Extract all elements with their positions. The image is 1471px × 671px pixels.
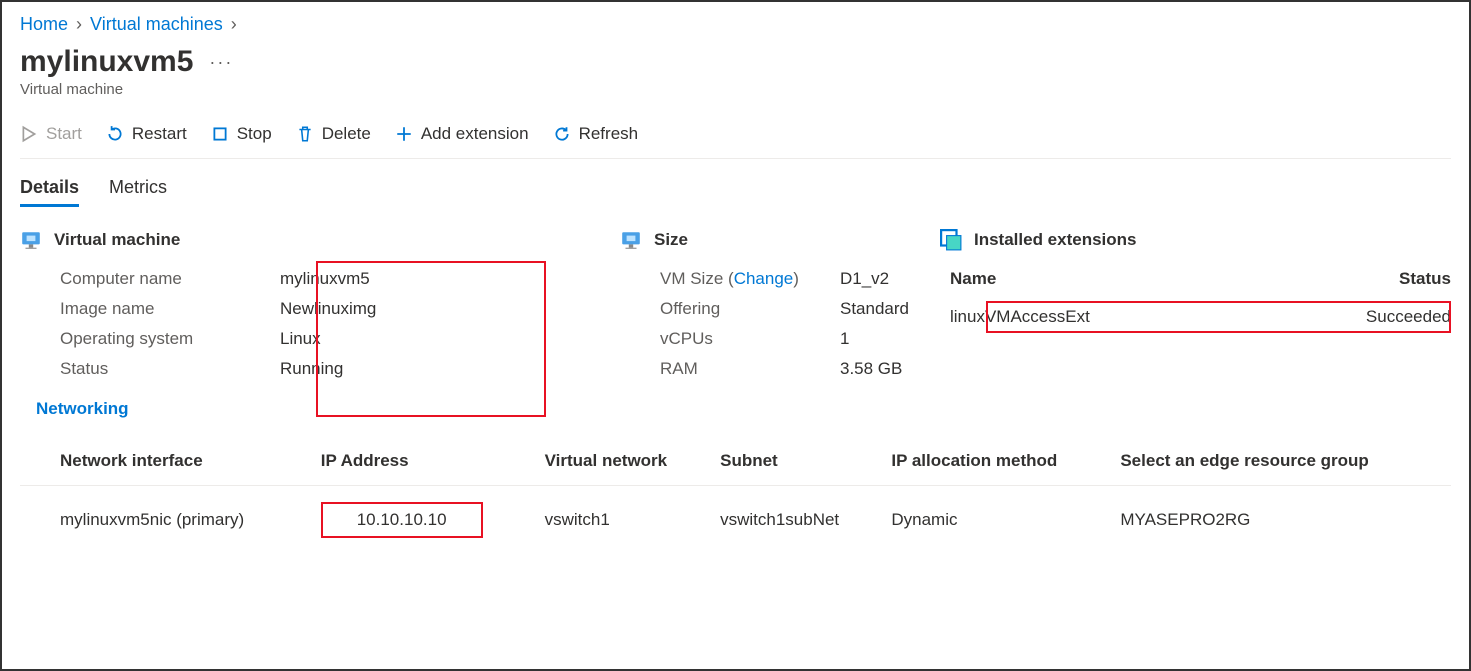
- size-icon: [620, 229, 642, 251]
- play-icon: [20, 125, 38, 143]
- net-edge-value: MYASEPRO2RG: [1120, 486, 1451, 549]
- net-header-edge: Select an edge resource group: [1120, 441, 1451, 486]
- highlight-vm-values: [316, 261, 546, 417]
- change-size-link[interactable]: Change: [734, 269, 794, 288]
- stop-label: Stop: [237, 124, 272, 144]
- refresh-label: Refresh: [579, 124, 639, 144]
- resource-type-label: Virtual machine: [20, 81, 1451, 98]
- restart-button[interactable]: Restart: [106, 124, 187, 144]
- vm-icon: [20, 229, 42, 251]
- ext-name-value: linuxVMAccessExt: [950, 307, 1090, 326]
- ext-header-name: Name: [950, 269, 1366, 295]
- net-subnet-value: vswitch1subNet: [720, 486, 891, 549]
- vmsize-label: VM Size (Change): [660, 269, 840, 289]
- net-ip-value: 10.10.10.10: [321, 502, 483, 538]
- section-vm-title: Virtual machine: [54, 230, 180, 250]
- networking-link[interactable]: Networking: [36, 399, 129, 419]
- tab-details[interactable]: Details: [20, 177, 79, 207]
- net-nic-value: mylinuxvm5nic (primary): [20, 486, 321, 549]
- net-vnet-value: vswitch1: [545, 486, 720, 549]
- status-label: Status: [60, 359, 280, 379]
- page-title: mylinuxvm5: [20, 45, 193, 79]
- restart-label: Restart: [132, 124, 187, 144]
- ram-value: 3.58 GB: [840, 359, 940, 379]
- computer-name-label: Computer name: [60, 269, 280, 289]
- section-size: Size VM Size (Change) D1_v2 Offering Sta…: [620, 229, 940, 379]
- vcpus-label: vCPUs: [660, 329, 840, 349]
- net-row: mylinuxvm5nic (primary) 10.10.10.10 vswi…: [20, 486, 1451, 549]
- breadcrumb-virtual-machines[interactable]: Virtual machines: [90, 14, 223, 35]
- vcpus-value: 1: [840, 329, 940, 349]
- os-label: Operating system: [60, 329, 280, 349]
- breadcrumb: Home › Virtual machines ›: [20, 6, 1451, 45]
- add-extension-label: Add extension: [421, 124, 529, 144]
- ext-row-name: linuxVMAccessExt: [950, 307, 1366, 327]
- section-extensions-title: Installed extensions: [974, 230, 1137, 250]
- net-alloc-value: Dynamic: [891, 486, 1120, 549]
- plus-icon: [395, 125, 413, 143]
- section-networking-header: Networking: [20, 399, 1451, 419]
- net-header-ip: IP Address: [321, 441, 545, 486]
- net-header-subnet: Subnet: [720, 441, 891, 486]
- delete-icon: [296, 125, 314, 143]
- more-actions-button[interactable]: ···: [209, 52, 233, 73]
- refresh-icon: [553, 125, 571, 143]
- offering-label: Offering: [660, 299, 840, 319]
- vmsize-label-text: VM Size: [660, 269, 723, 288]
- ext-row-status: Succeeded: [1366, 307, 1451, 327]
- refresh-button[interactable]: Refresh: [553, 124, 639, 144]
- start-button: Start: [20, 124, 82, 144]
- net-header-nic: Network interface: [20, 441, 321, 486]
- vmsize-value: D1_v2: [840, 269, 940, 289]
- delete-button[interactable]: Delete: [296, 124, 371, 144]
- net-header-alloc: IP allocation method: [891, 441, 1120, 486]
- section-installed-extensions: Installed extensions Name Status linuxVM…: [940, 229, 1451, 379]
- chevron-right-icon: ›: [76, 14, 82, 35]
- networking-table: Network interface IP Address Virtual net…: [20, 441, 1451, 548]
- ext-status-value: Succeeded: [1366, 307, 1451, 326]
- command-bar: Start Restart Stop Delete Add extension …: [20, 116, 1451, 159]
- chevron-right-icon: ›: [231, 14, 237, 35]
- offering-value: Standard: [840, 299, 940, 319]
- section-virtual-machine: Virtual machine Computer name mylinuxvm5…: [20, 229, 620, 379]
- section-size-title: Size: [654, 230, 688, 250]
- net-header-vnet: Virtual network: [545, 441, 720, 486]
- image-name-label: Image name: [60, 299, 280, 319]
- net-ip-cell: 10.10.10.10: [321, 486, 545, 549]
- breadcrumb-home[interactable]: Home: [20, 14, 68, 35]
- stop-button[interactable]: Stop: [211, 124, 272, 144]
- ram-label: RAM: [660, 359, 840, 379]
- tab-metrics[interactable]: Metrics: [109, 177, 167, 207]
- extensions-icon: [940, 229, 962, 251]
- stop-icon: [211, 125, 229, 143]
- add-extension-button[interactable]: Add extension: [395, 124, 529, 144]
- tab-bar: Details Metrics: [20, 177, 1451, 207]
- start-label: Start: [46, 124, 82, 144]
- restart-icon: [106, 125, 124, 143]
- ext-header-status: Status: [1366, 269, 1451, 295]
- delete-label: Delete: [322, 124, 371, 144]
